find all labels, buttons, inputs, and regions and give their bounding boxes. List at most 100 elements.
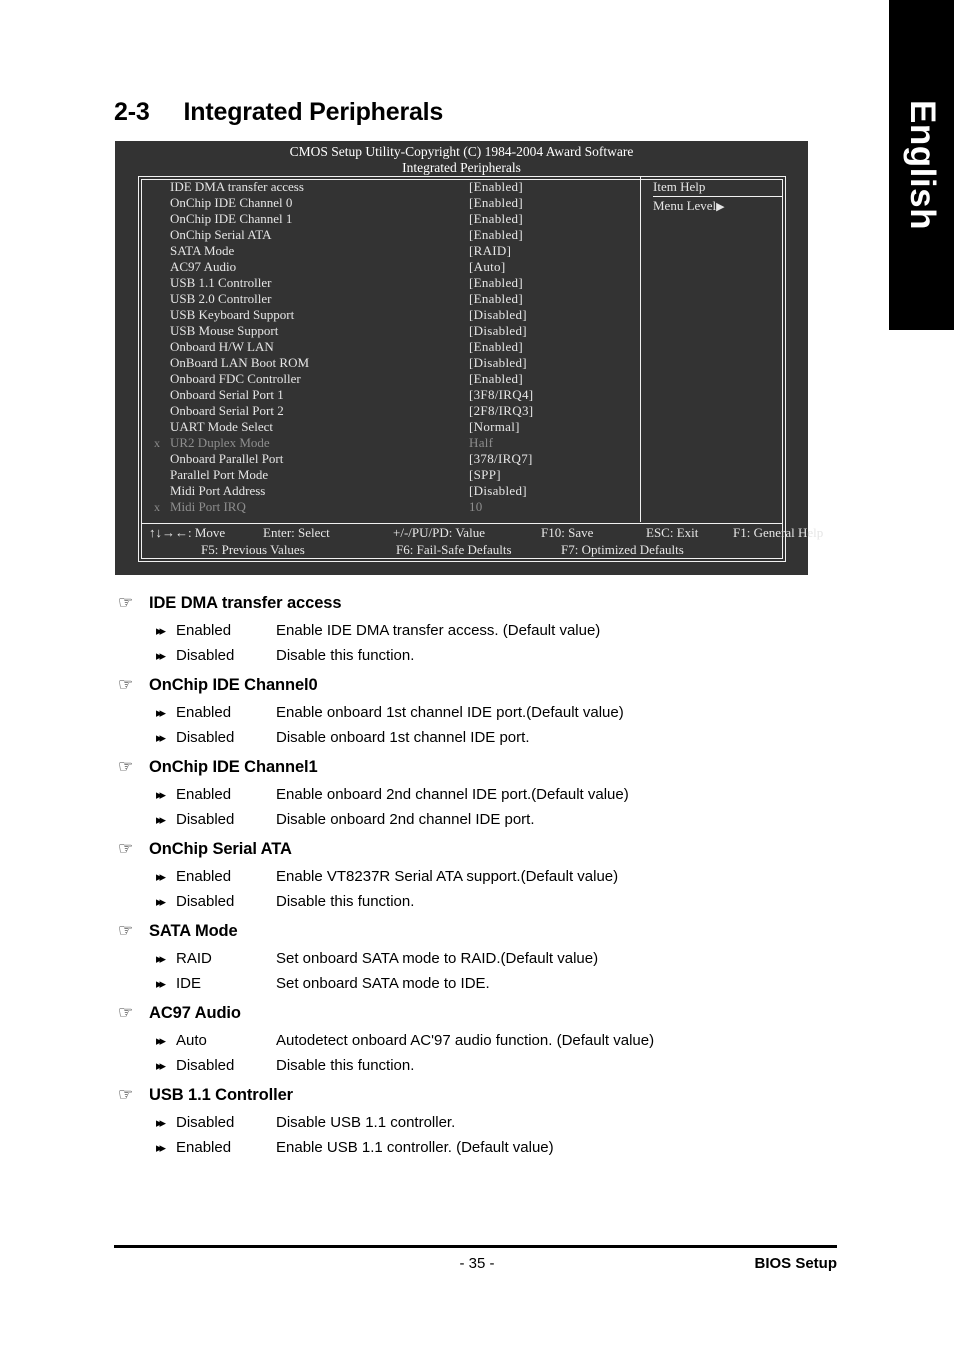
bios-copyright-line: CMOS Setup Utility-Copyright (C) 1984-20… [289, 144, 634, 159]
description-section-title-text: IDE DMA transfer access [149, 594, 342, 612]
description-option-label: Enabled [176, 786, 232, 803]
description-option-line: ▸▸ Auto Autodetect onboard AC'97 audio fun… [0, 1028, 954, 1053]
description-option-label: Disabled [176, 1057, 235, 1074]
bios-option-name: OnChip IDE Channel 1 [170, 211, 293, 226]
bios-option-row[interactable]: USB 1.1 Controller [Enabled] [139, 275, 640, 291]
double-arrow-icon: ▸▸ [156, 787, 166, 802]
description-section-title: ☞ SATA Mode [0, 916, 954, 946]
description-section: ☞ SATA Mode ▸▸ RAID Set onboard SATA mode to… [0, 916, 954, 996]
bios-option-row[interactable]: USB Mouse Support [Disabled] [139, 323, 640, 339]
description-option-text: Set onboard SATA mode to IDE. [276, 975, 490, 992]
bios-option-value[interactable]: [378/IRQ7] [469, 451, 533, 467]
bios-option-value[interactable]: [Enabled] [469, 211, 523, 227]
bios-option-value[interactable]: [Disabled] [469, 355, 527, 371]
description-section: ☞ USB 1.1 Controller ▸▸ Disabled Disable USB… [0, 1080, 954, 1160]
bios-option-value[interactable]: 10 [469, 499, 483, 515]
bios-option-row[interactable]: Onboard Serial Port 1 [3F8/IRQ4] [139, 387, 640, 403]
double-arrow-icon: ▸▸ [156, 648, 166, 663]
description-option-text: Enable IDE DMA transfer access. (Default… [276, 622, 601, 639]
bios-option-value[interactable]: [Enabled] [469, 275, 523, 291]
bios-option-row[interactable]: IDE DMA transfer access [Enabled] [139, 179, 640, 195]
description-section-title: ☞ OnChip Serial ATA [0, 834, 954, 864]
bios-option-name: Onboard H/W LAN [170, 339, 274, 354]
description-section: ☞ IDE DMA transfer access ▸▸ Enabled Enable … [0, 588, 954, 668]
option-descriptions: ☞ IDE DMA transfer access ▸▸ Enabled Enable … [0, 588, 954, 1162]
bios-titlebar: CMOS Setup Utility-Copyright (C) 1984-20… [115, 144, 808, 176]
bios-option-row[interactable]: x UR2 Duplex Mode Half [139, 435, 640, 451]
bios-option-row[interactable]: OnChip Serial ATA [Enabled] [139, 227, 640, 243]
bios-option-value[interactable]: [Disabled] [469, 483, 527, 499]
description-option-label: Disabled [176, 647, 235, 664]
chevron-right-icon: ▶ [716, 201, 725, 213]
bios-option-row[interactable]: Midi Port Address [Disabled] [139, 483, 640, 499]
bios-option-value[interactable]: [2F8/IRQ3] [469, 403, 533, 419]
double-arrow-icon: ▸▸ [156, 1115, 166, 1130]
bios-option-value[interactable]: [Enabled] [469, 195, 523, 211]
bios-option-row[interactable]: Onboard Serial Port 2 [2F8/IRQ3] [139, 403, 640, 419]
description-option-text: Disable this function. [276, 647, 415, 664]
description-option-line: ▸▸ Enabled Enable IDE DMA transfer access.… [0, 618, 954, 643]
description-option-line: ▸▸ Enabled Enable USB 1.1 controller. (Def… [0, 1135, 954, 1160]
bios-option-row[interactable]: Onboard H/W LAN [Enabled] [139, 339, 640, 355]
pointing-hand-icon: ☞ [118, 839, 134, 858]
pointing-hand-icon: ☞ [118, 675, 134, 694]
language-tab-english: English [889, 0, 954, 330]
bios-option-name: Onboard Serial Port 1 [170, 387, 284, 402]
bios-option-value[interactable]: [Auto] [469, 259, 505, 275]
bios-option-row[interactable]: x Midi Port IRQ 10 [139, 499, 640, 515]
bios-option-value[interactable]: [Disabled] [469, 323, 527, 339]
bios-option-value[interactable]: [Enabled] [469, 371, 523, 387]
bios-option-name: Midi Port IRQ [170, 499, 246, 514]
bios-option-value[interactable]: [Enabled] [469, 291, 523, 307]
description-section: ☞ OnChip IDE Channel0 ▸▸ Enabled Enable onbo… [0, 670, 954, 750]
bios-option-row[interactable]: USB 2.0 Controller [Enabled] [139, 291, 640, 307]
bios-key-hint: F10: Save [541, 525, 594, 540]
bios-option-row[interactable]: OnChip IDE Channel 1 [Enabled] [139, 211, 640, 227]
bios-option-row[interactable]: AC97 Audio [Auto] [139, 259, 640, 275]
double-arrow-icon: ▸▸ [156, 976, 166, 991]
bios-option-name: Onboard Parallel Port [170, 451, 284, 466]
description-option-text: Disable this function. [276, 893, 415, 910]
bios-option-value[interactable]: Half [469, 435, 493, 451]
bios-key-legend-row-2: F5: Previous Values F6: Fail-Safe Default… [141, 541, 783, 558]
bios-option-row[interactable]: Parallel Port Mode [SPP] [139, 467, 640, 483]
bios-option-value[interactable]: [Enabled] [469, 179, 523, 195]
bios-option-name: UART Mode Select [170, 419, 273, 434]
description-option-line: ▸▸ Disabled Disable this function. [0, 889, 954, 914]
bios-option-row[interactable]: USB Keyboard Support [Disabled] [139, 307, 640, 323]
bios-option-row[interactable]: OnBoard LAN Boot ROM [Disabled] [139, 355, 640, 371]
bios-option-row[interactable]: Onboard FDC Controller [Enabled] [139, 371, 640, 387]
section-number: 2-3 [114, 98, 150, 126]
menu-level-row: Menu Level▶ [653, 197, 785, 216]
bios-option-value[interactable]: [RAID] [469, 243, 511, 259]
bios-option-name: UR2 Duplex Mode [170, 435, 270, 450]
bios-key-hint: F7: Optimized Defaults [561, 542, 684, 557]
bios-item-help-panel: Item Help Menu Level▶ [641, 177, 785, 522]
bios-option-value[interactable]: [Enabled] [469, 227, 523, 243]
description-option-text: Disable onboard 2nd channel IDE port. [276, 811, 535, 828]
description-section-title: ☞ OnChip IDE Channel1 [0, 752, 954, 782]
description-option-text: Autodetect onboard AC'97 audio function.… [276, 1032, 655, 1049]
bios-option-value[interactable]: [3F8/IRQ4] [469, 387, 533, 403]
bios-option-disabled-marker: x [154, 436, 160, 450]
bios-option-row[interactable]: UART Mode Select [Normal] [139, 419, 640, 435]
description-option-line: ▸▸ Disabled Disable USB 1.1 controller. [0, 1110, 954, 1135]
bios-option-row[interactable]: SATA Mode [RAID] [139, 243, 640, 259]
bios-option-value[interactable]: [Enabled] [469, 339, 523, 355]
bios-option-disabled-marker: x [154, 500, 160, 514]
bios-option-row[interactable]: Onboard Parallel Port [378/IRQ7] [139, 451, 640, 467]
description-section-title-text: OnChip IDE Channel0 [149, 676, 318, 694]
description-option-line: ▸▸ Enabled Enable VT8237R Serial ATA suppo… [0, 864, 954, 889]
description-option-label: Enabled [176, 704, 232, 721]
description-option-label: Disabled [176, 1114, 235, 1131]
description-option-label: Disabled [176, 893, 235, 910]
bios-key-hint: +/-/PU/PD: Value [393, 525, 485, 540]
bios-option-value[interactable]: [Disabled] [469, 307, 527, 323]
description-option-text: Enable USB 1.1 controller. (Default valu… [276, 1139, 554, 1156]
bios-option-value[interactable]: [SPP] [469, 467, 501, 483]
bios-option-value[interactable]: [Normal] [469, 419, 520, 435]
description-option-text: Enable onboard 2nd channel IDE port.(Def… [276, 786, 629, 803]
bios-option-name: USB Keyboard Support [170, 307, 295, 322]
bios-option-row[interactable]: OnChip IDE Channel 0 [Enabled] [139, 195, 640, 211]
language-tab-label: English [902, 100, 942, 230]
